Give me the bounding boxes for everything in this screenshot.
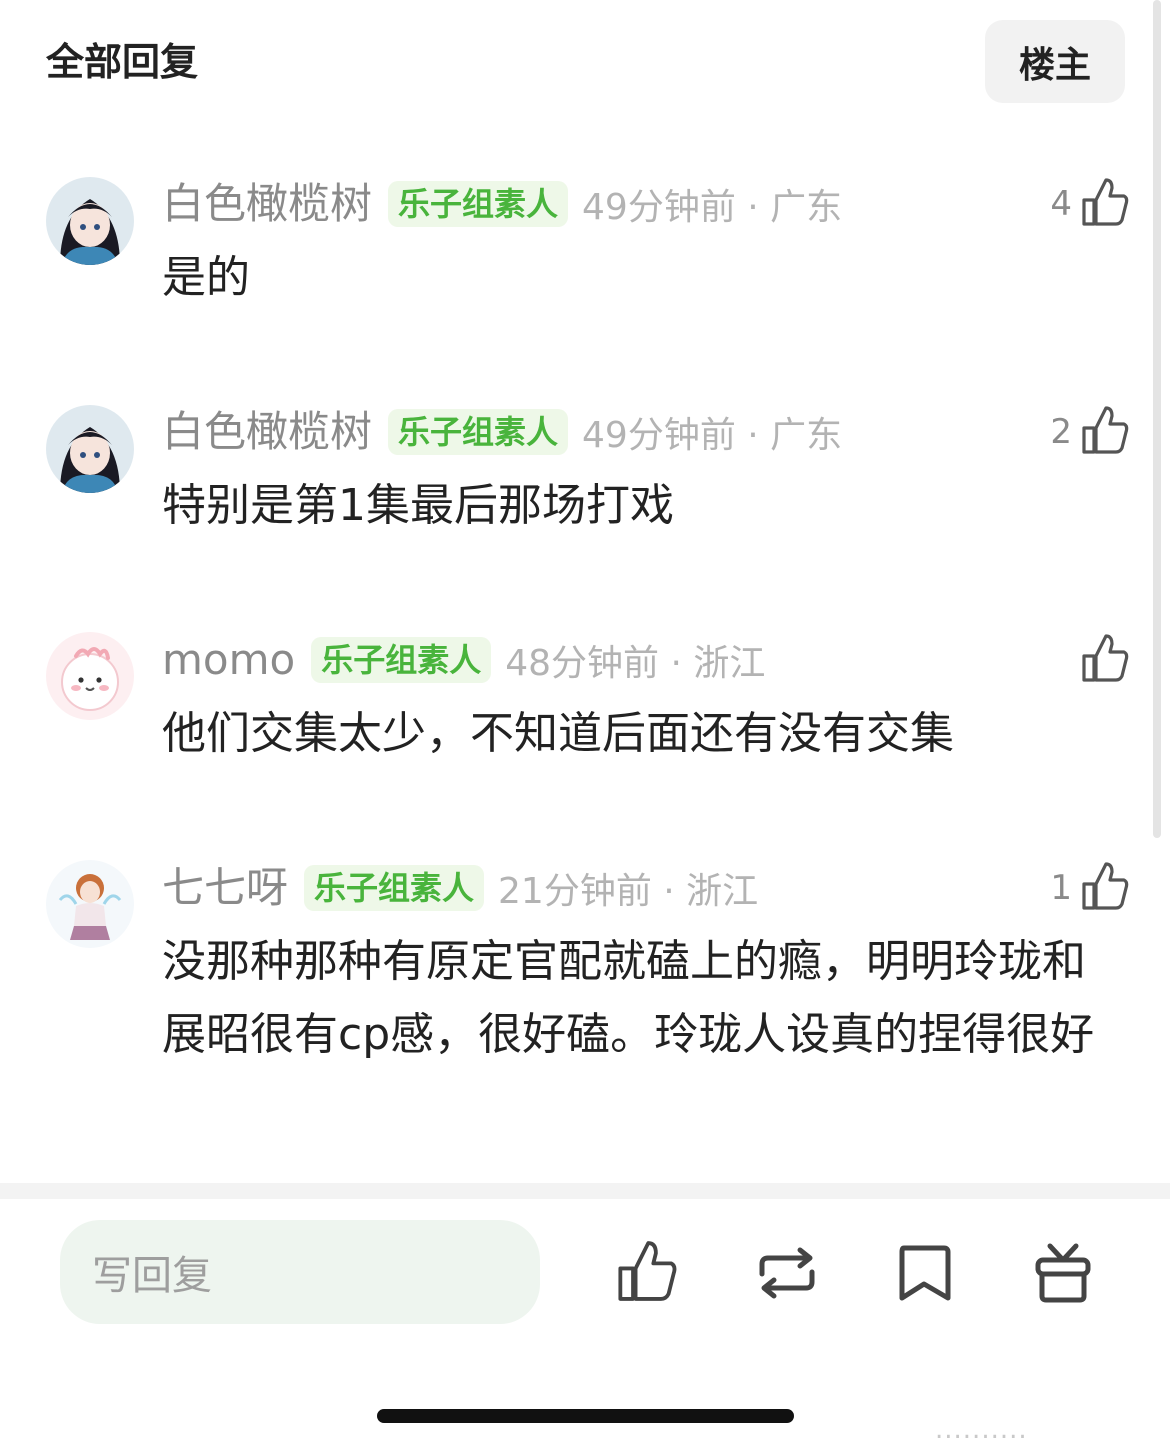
avatar[interactable]	[46, 860, 134, 948]
comment-meta: 白色橄榄树 乐子组素人 49分钟前 · 广东	[162, 179, 842, 229]
bookmark-icon	[890, 1245, 960, 1312]
thumbs-up-icon	[614, 1241, 680, 1308]
comment-meta: momo 乐子组素人 48分钟前 · 浙江	[162, 635, 765, 685]
user-badge: 乐子组素人	[388, 181, 569, 227]
comment-text: 是的	[162, 252, 250, 303]
thumbs-up-icon	[1080, 860, 1130, 916]
like-button[interactable]: 2	[1030, 402, 1130, 462]
repost-icon	[752, 1247, 822, 1312]
gift-button[interactable]	[1028, 1238, 1098, 1308]
avatar[interactable]	[46, 405, 134, 493]
op-only-button[interactable]: 楼主	[985, 20, 1125, 103]
comment-text: 他们交集太少，不知道后面还有没有交集	[162, 708, 954, 759]
comment-meta: 七七呀 乐子组素人 21分钟前 · 浙江	[162, 863, 758, 913]
comment-time: 21分钟前 · 浙江	[498, 871, 759, 912]
comment-text: 没那种那种有原定官配就磕上的瘾，明明玲珑和展昭很有cp感，很好磕。玲珑人设真的捏…	[162, 936, 1095, 1060]
comment-time: 48分钟前 · 浙江	[505, 643, 766, 684]
bookmark-button[interactable]	[890, 1238, 960, 1308]
thumbs-up-icon	[1080, 632, 1130, 688]
divider	[0, 1183, 1170, 1199]
avatar[interactable]	[46, 177, 134, 265]
like-button[interactable]: 1	[1030, 858, 1130, 918]
comment-time: 49分钟前 · 广东	[582, 415, 843, 456]
gift-icon	[1028, 1243, 1098, 1312]
user-badge: 乐子组素人	[304, 865, 485, 911]
user-badge: 乐子组素人	[311, 637, 492, 683]
watermark: ..........	[935, 1415, 1028, 1445]
like-count: 1	[1050, 868, 1072, 908]
username[interactable]: 白色橄榄树	[162, 407, 372, 457]
scrollbar[interactable]	[1153, 0, 1161, 838]
comment-text: 特别是第1集最后那场打戏	[162, 480, 674, 531]
user-badge: 乐子组素人	[388, 409, 569, 455]
repost-button[interactable]	[752, 1238, 822, 1308]
comment-time: 49分钟前 · 广东	[582, 187, 843, 228]
like-post-button[interactable]	[614, 1238, 684, 1308]
home-indicator[interactable]	[377, 1409, 794, 1423]
page-title: 全部回复	[46, 40, 199, 84]
avatar[interactable]	[46, 632, 134, 720]
like-count: 4	[1050, 184, 1072, 224]
header: 全部回复 楼主	[0, 0, 1170, 120]
username[interactable]: momo	[162, 635, 295, 685]
username[interactable]: 白色橄榄树	[162, 179, 372, 229]
reply-input[interactable]: 写回复	[60, 1220, 540, 1324]
thumbs-up-icon	[1080, 176, 1130, 232]
username[interactable]: 七七呀	[162, 863, 288, 913]
like-count: 2	[1050, 412, 1072, 452]
like-button[interactable]	[1030, 630, 1130, 690]
thumbs-up-icon	[1080, 404, 1130, 460]
reply-placeholder: 写回复	[92, 1253, 212, 1299]
comment-meta: 白色橄榄树 乐子组素人 49分钟前 · 广东	[162, 407, 842, 457]
like-button[interactable]: 4	[1030, 174, 1130, 234]
